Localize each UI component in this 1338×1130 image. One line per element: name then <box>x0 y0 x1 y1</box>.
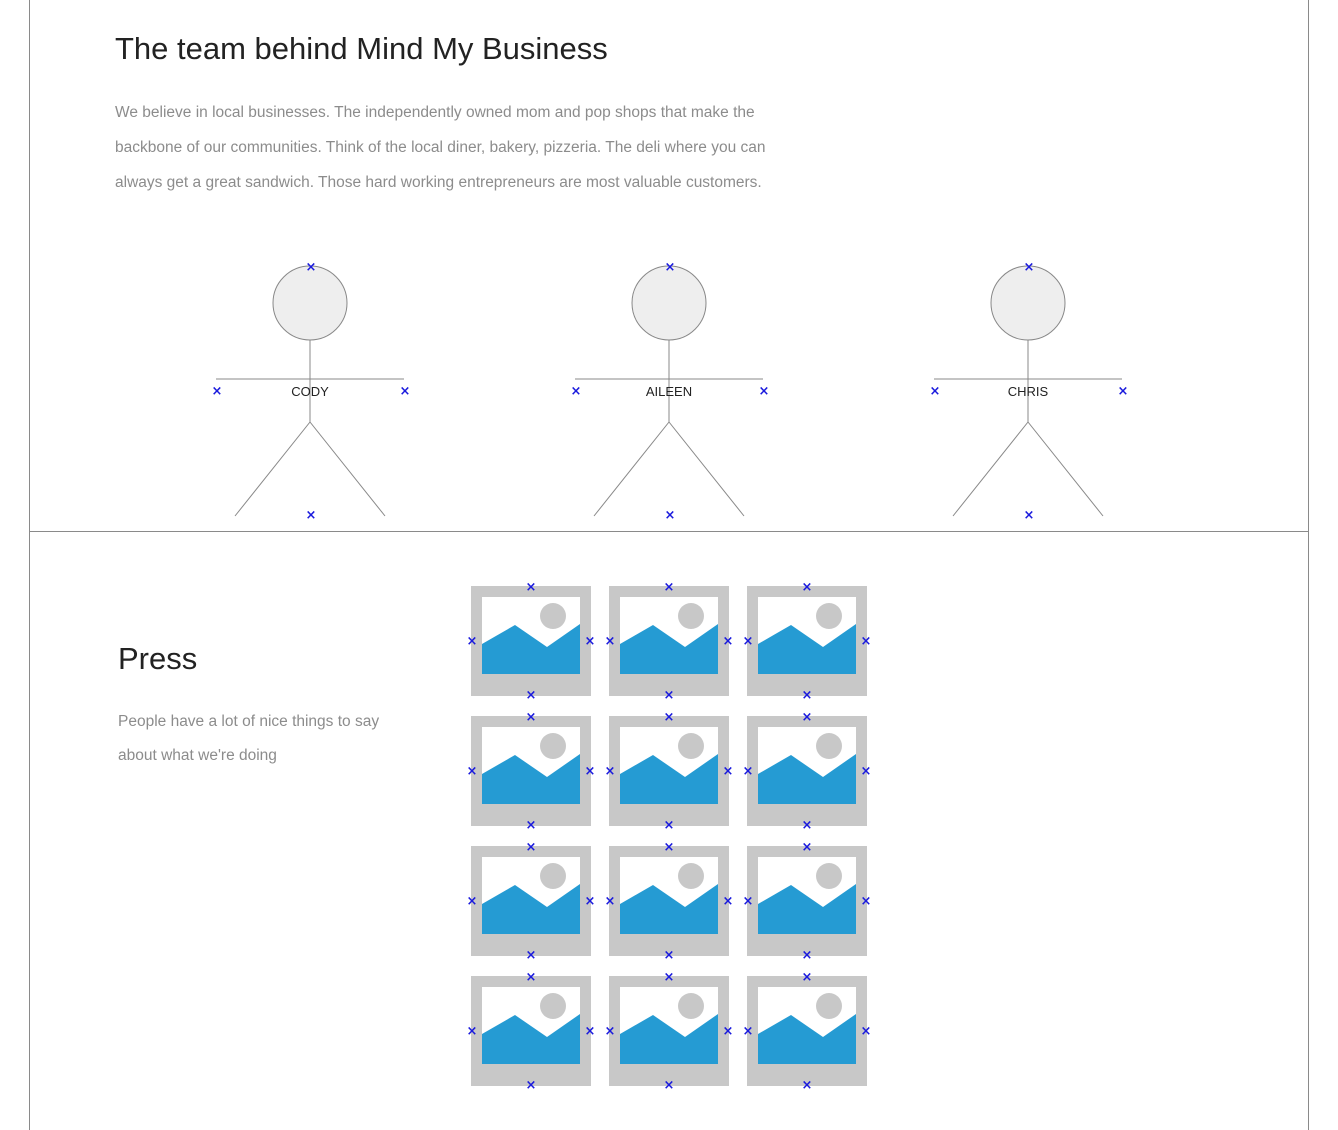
image-placeholder-icon <box>482 597 580 674</box>
press-title: Press <box>118 641 198 676</box>
team-member-aileen[interactable]: AILEEN × × × × <box>569 260 770 523</box>
x-marker-icon: × <box>604 1024 616 1039</box>
x-marker-icon: × <box>584 634 596 649</box>
press-image[interactable] <box>747 716 867 826</box>
x-marker-icon: × <box>801 710 813 725</box>
x-marker-icon: × <box>466 894 478 909</box>
x-marker-icon: × <box>604 764 616 779</box>
x-marker-icon: × <box>929 384 941 399</box>
x-marker-icon: × <box>305 260 317 275</box>
x-marker-icon: × <box>584 764 596 779</box>
press-image[interactable] <box>747 846 867 956</box>
x-marker-icon: × <box>570 384 582 399</box>
press-image[interactable] <box>471 976 591 1086</box>
x-marker-icon: × <box>525 948 537 963</box>
x-marker-icon: × <box>664 508 676 523</box>
x-marker-icon: × <box>722 764 734 779</box>
section-divider <box>29 531 1309 532</box>
x-marker-icon: × <box>742 1024 754 1039</box>
x-marker-icon: × <box>801 948 813 963</box>
x-marker-icon: × <box>305 508 317 523</box>
press-image[interactable] <box>747 586 867 696</box>
x-marker-icon: × <box>742 764 754 779</box>
x-marker-icon: × <box>663 818 675 833</box>
x-marker-icon: × <box>1023 508 1035 523</box>
image-placeholder-icon <box>620 857 718 934</box>
x-marker-icon: × <box>604 894 616 909</box>
image-placeholder-icon <box>482 727 580 804</box>
press-image[interactable] <box>609 976 729 1086</box>
x-marker-icon: × <box>604 634 616 649</box>
team-description: We believe in local businesses. The inde… <box>115 104 766 191</box>
x-marker-icon: × <box>1117 384 1129 399</box>
image-placeholder-icon <box>620 987 718 1064</box>
x-marker-icon: × <box>525 1078 537 1093</box>
press-image[interactable] <box>471 716 591 826</box>
x-marker-icon: × <box>663 970 675 985</box>
image-placeholder-icon <box>482 857 580 934</box>
x-marker-icon: × <box>584 894 596 909</box>
member-name: CHRIS <box>1007 384 1049 399</box>
press-image[interactable] <box>609 846 729 956</box>
member-name: AILEEN <box>645 384 693 399</box>
image-placeholder-icon <box>482 987 580 1064</box>
x-marker-icon: × <box>722 634 734 649</box>
team-member-cody[interactable]: CODY × × × × <box>210 260 411 523</box>
press-image[interactable] <box>471 586 591 696</box>
x-marker-icon: × <box>663 580 675 595</box>
x-marker-icon: × <box>466 764 478 779</box>
x-marker-icon: × <box>525 818 537 833</box>
press-image[interactable] <box>609 586 729 696</box>
image-placeholder-icon <box>620 727 718 804</box>
x-marker-icon: × <box>742 894 754 909</box>
x-marker-icon: × <box>801 688 813 703</box>
x-marker-icon: × <box>525 688 537 703</box>
image-placeholder-icon <box>758 727 856 804</box>
x-marker-icon: × <box>663 710 675 725</box>
x-marker-icon: × <box>525 710 537 725</box>
press-image[interactable] <box>609 716 729 826</box>
x-marker-icon: × <box>466 634 478 649</box>
press-image[interactable] <box>471 846 591 956</box>
image-placeholder-icon <box>758 857 856 934</box>
x-marker-icon: × <box>801 970 813 985</box>
x-marker-icon: × <box>525 970 537 985</box>
x-marker-icon: × <box>801 1078 813 1093</box>
x-marker-icon: × <box>860 1024 872 1039</box>
x-marker-icon: × <box>525 840 537 855</box>
image-placeholder-icon <box>758 597 856 674</box>
x-marker-icon: × <box>860 894 872 909</box>
x-marker-icon: × <box>758 384 770 399</box>
press-description: People have a lot of nice things to say … <box>118 713 380 764</box>
x-marker-icon: × <box>525 580 537 595</box>
team-title: The team behind Mind My Business <box>115 31 608 66</box>
x-marker-icon: × <box>663 948 675 963</box>
x-marker-icon: × <box>1023 260 1035 275</box>
image-placeholder-icon <box>758 987 856 1064</box>
x-marker-icon: × <box>742 634 754 649</box>
x-marker-icon: × <box>466 1024 478 1039</box>
x-marker-icon: × <box>801 840 813 855</box>
x-marker-icon: × <box>801 580 813 595</box>
x-marker-icon: × <box>801 818 813 833</box>
x-marker-icon: × <box>722 894 734 909</box>
x-marker-icon: × <box>663 688 675 703</box>
image-placeholder-icon <box>620 597 718 674</box>
x-marker-icon: × <box>663 1078 675 1093</box>
x-marker-icon: × <box>860 764 872 779</box>
press-image-grid: × × × × × × × × × × × × × × × × × × × × × × × × × × × × × × × × × × × × × × × ×… <box>465 580 875 1095</box>
x-marker-icon: × <box>399 384 411 399</box>
press-image[interactable] <box>747 976 867 1086</box>
member-name: CODY <box>291 384 329 399</box>
x-marker-icon: × <box>584 1024 596 1039</box>
x-marker-icon: × <box>211 384 223 399</box>
x-marker-icon: × <box>664 260 676 275</box>
x-marker-icon: × <box>722 1024 734 1039</box>
x-marker-icon: × <box>860 634 872 649</box>
x-marker-icon: × <box>663 840 675 855</box>
team-member-chris[interactable]: CHRIS × × × × <box>928 260 1129 523</box>
